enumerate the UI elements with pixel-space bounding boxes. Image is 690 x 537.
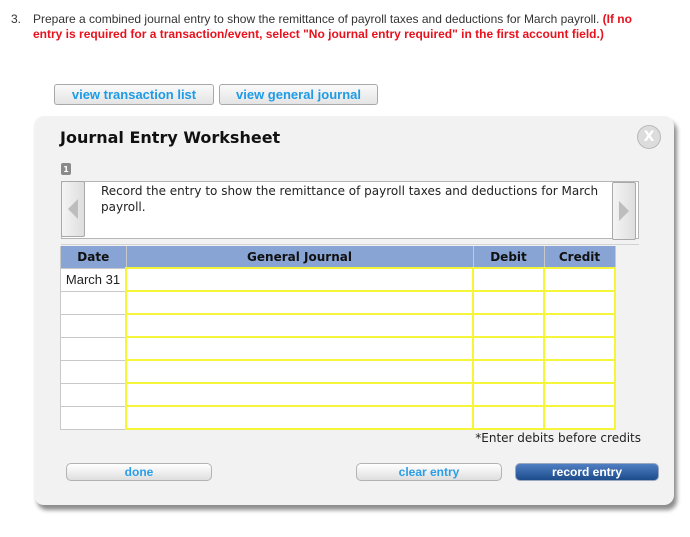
account-input[interactable]: [127, 407, 472, 428]
worksheet-title: Journal Entry Worksheet: [60, 128, 281, 147]
credit-cell: [543, 267, 616, 292]
divider: [61, 244, 639, 245]
credit-input[interactable]: [545, 269, 614, 290]
account-input[interactable]: [127, 269, 472, 290]
credit-input[interactable]: [545, 315, 614, 336]
date-cell: March 31: [60, 267, 127, 292]
close-icon[interactable]: X: [637, 125, 661, 149]
table-row: [60, 313, 616, 338]
credit-cell: [543, 313, 616, 338]
table-row: March 31: [60, 267, 616, 292]
entry-tab-1[interactable]: 1: [61, 163, 71, 175]
debit-cell: [472, 313, 545, 338]
account-input[interactable]: [127, 384, 472, 405]
record-entry-button[interactable]: record entry: [515, 463, 659, 481]
credit-input[interactable]: [545, 292, 614, 313]
header-general-journal: General Journal: [125, 246, 474, 269]
account-input[interactable]: [127, 292, 472, 313]
header-debit: Debit: [472, 246, 545, 269]
date-cell: [60, 405, 127, 430]
credit-cell: [543, 336, 616, 361]
account-cell: [125, 313, 474, 338]
credit-cell: [543, 290, 616, 315]
account-cell: [125, 382, 474, 407]
journal-entry-worksheet-panel: Journal Entry Worksheet X 1 Record the e…: [34, 116, 674, 505]
account-input[interactable]: [127, 361, 472, 382]
table-row: [60, 382, 616, 407]
view-transaction-list-button[interactable]: view transaction list: [54, 84, 214, 105]
account-cell: [125, 359, 474, 384]
debit-input[interactable]: [474, 269, 543, 290]
debit-cell: [472, 267, 545, 292]
chevron-left-icon: [68, 199, 78, 219]
chevron-right-icon: [619, 201, 629, 221]
account-input[interactable]: [127, 338, 472, 359]
question-number: 3.: [11, 12, 22, 26]
table-header-row: Date General Journal Debit Credit: [60, 246, 616, 269]
debit-input[interactable]: [474, 407, 543, 428]
debits-before-credits-note: *Enter debits before credits: [475, 431, 641, 445]
account-cell: [125, 290, 474, 315]
credit-cell: [543, 382, 616, 407]
debit-cell: [472, 290, 545, 315]
credit-cell: [543, 359, 616, 384]
account-cell: [125, 405, 474, 430]
date-cell: [60, 290, 127, 315]
credit-input[interactable]: [545, 407, 614, 428]
journal-table: Date General Journal Debit Credit March …: [60, 246, 616, 430]
credit-input[interactable]: [545, 384, 614, 405]
debit-input[interactable]: [474, 338, 543, 359]
question: 3. Prepare a combined journal entry to s…: [11, 12, 651, 42]
table-row: [60, 336, 616, 361]
previous-entry-button[interactable]: [61, 181, 85, 237]
date-cell: [60, 336, 127, 361]
debit-cell: [472, 382, 545, 407]
debit-input[interactable]: [474, 292, 543, 313]
debit-cell: [472, 405, 545, 430]
account-cell: [125, 267, 474, 292]
debit-cell: [472, 336, 545, 361]
question-text: Prepare a combined journal entry to show…: [33, 12, 600, 26]
credit-input[interactable]: [545, 361, 614, 382]
table-row: [60, 405, 616, 430]
debit-cell: [472, 359, 545, 384]
debit-input[interactable]: [474, 384, 543, 405]
done-button[interactable]: done: [66, 463, 212, 481]
next-entry-button[interactable]: [612, 182, 636, 240]
debit-input[interactable]: [474, 361, 543, 382]
account-input[interactable]: [127, 315, 472, 336]
account-cell: [125, 336, 474, 361]
table-row: [60, 290, 616, 315]
credit-input[interactable]: [545, 338, 614, 359]
debit-input[interactable]: [474, 315, 543, 336]
header-date: Date: [60, 246, 127, 269]
clear-entry-button[interactable]: clear entry: [356, 463, 502, 481]
instruction-text: Record the entry to show the remittance …: [101, 184, 599, 214]
date-cell: [60, 359, 127, 384]
table-row: [60, 359, 616, 384]
credit-cell: [543, 405, 616, 430]
header-credit: Credit: [543, 246, 616, 269]
view-general-journal-button[interactable]: view general journal: [219, 84, 378, 105]
date-cell: [60, 382, 127, 407]
date-cell: [60, 313, 127, 338]
